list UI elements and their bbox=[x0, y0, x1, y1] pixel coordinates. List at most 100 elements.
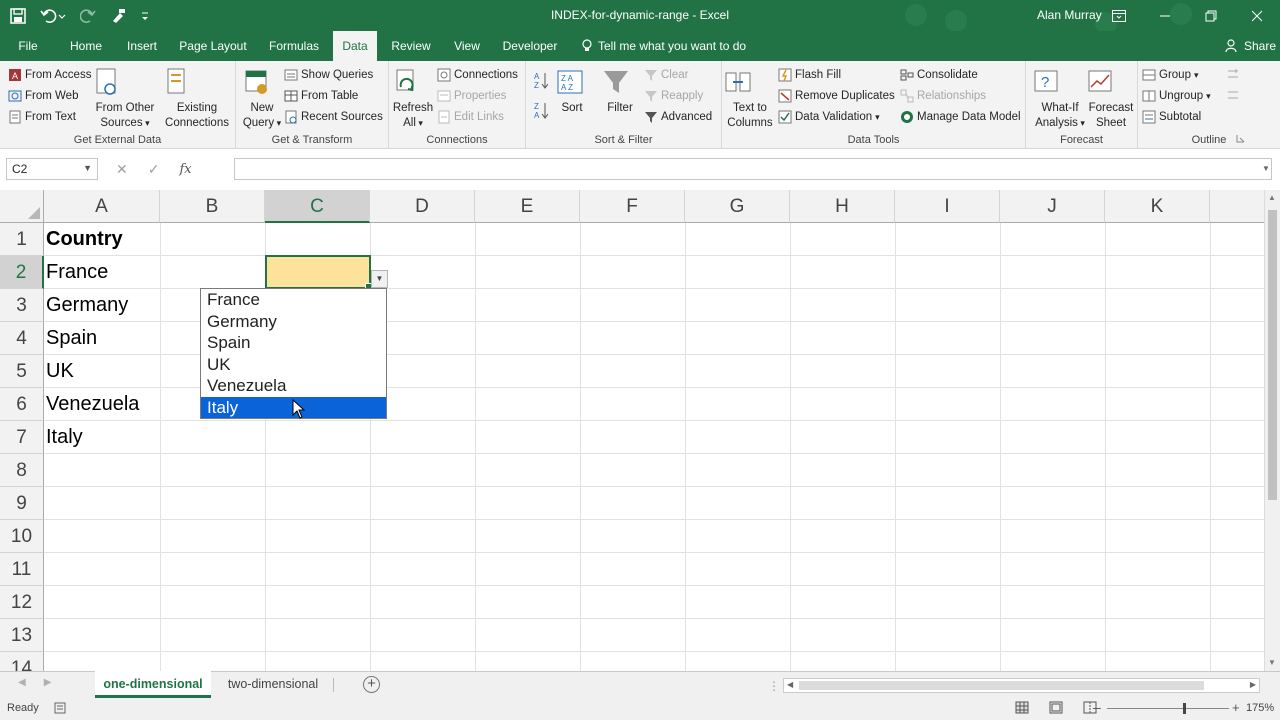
row-header-8[interactable]: 8 bbox=[0, 454, 44, 487]
column-header-partial[interactable] bbox=[1210, 190, 1264, 223]
properties-button[interactable]: Properties bbox=[437, 89, 506, 103]
user-name[interactable]: Alan Murray bbox=[1037, 8, 1102, 22]
row-header-7[interactable]: 7 bbox=[0, 421, 44, 454]
hide-detail-icon[interactable] bbox=[1226, 89, 1240, 101]
normal-view-icon[interactable] bbox=[1015, 701, 1029, 714]
name-box-dropdown-icon[interactable]: ▼ bbox=[83, 163, 92, 173]
cell-a6[interactable]: Venezuela bbox=[46, 388, 139, 421]
row-header-11[interactable]: 11 bbox=[0, 553, 44, 586]
sheet-prev-icon[interactable]: ◀ bbox=[18, 677, 26, 688]
list-item[interactable]: Germany bbox=[201, 311, 386, 333]
reapply-button[interactable]: Reapply bbox=[644, 89, 703, 103]
save-icon[interactable] bbox=[10, 7, 26, 24]
new-query-button[interactable]: New Query bbox=[242, 67, 282, 131]
vertical-scroll-thumb[interactable] bbox=[1268, 210, 1277, 500]
enter-icon[interactable]: ✓ bbox=[148, 161, 160, 178]
cell-dropdown-arrow-icon[interactable]: ▼ bbox=[371, 270, 388, 288]
scroll-up-icon[interactable]: ▲ bbox=[1268, 193, 1276, 202]
zoom-level[interactable]: 175% bbox=[1246, 702, 1274, 714]
row-header-4[interactable]: 4 bbox=[0, 322, 44, 355]
row-header-12[interactable]: 12 bbox=[0, 586, 44, 619]
ungroup-button[interactable]: Ungroup bbox=[1142, 89, 1211, 103]
sheet-tab-two-dimensional[interactable]: two-dimensional bbox=[216, 671, 330, 698]
tell-me-search[interactable]: Tell me what you want to do bbox=[582, 31, 746, 61]
group-button[interactable]: Group bbox=[1142, 68, 1199, 82]
cell-a3[interactable]: Germany bbox=[46, 289, 128, 322]
row-header-10[interactable]: 10 bbox=[0, 520, 44, 553]
sheet-next-icon[interactable]: ▶ bbox=[44, 677, 52, 688]
scroll-right-icon[interactable]: ▶ bbox=[1250, 680, 1256, 689]
cancel-icon[interactable]: ✕ bbox=[116, 161, 128, 178]
zoom-thumb[interactable] bbox=[1183, 703, 1186, 714]
row-header-14[interactable]: 14 bbox=[0, 652, 44, 671]
consolidate-button[interactable]: Consolidate bbox=[900, 68, 978, 82]
from-other-sources-button[interactable]: From Other Sources bbox=[92, 67, 158, 131]
connections-button[interactable]: Connections bbox=[437, 68, 518, 82]
column-header-k[interactable]: K bbox=[1105, 190, 1210, 223]
page-layout-view-icon[interactable] bbox=[1049, 701, 1063, 714]
subtotal-button[interactable]: Subtotal bbox=[1142, 110, 1201, 124]
column-header-d[interactable]: D bbox=[370, 190, 475, 223]
worksheet-grid[interactable]: A B C D E F G H I J K 1 2 3 4 5 6 7 8 9 … bbox=[0, 190, 1264, 671]
zoom-out-icon[interactable]: – bbox=[1093, 699, 1101, 715]
name-box[interactable]: C2 ▼ bbox=[6, 158, 98, 180]
clear-filter-button[interactable]: Clear bbox=[644, 68, 688, 82]
horizontal-scrollbar[interactable]: ◀ ▶ bbox=[783, 678, 1260, 693]
refresh-all-button[interactable]: Refresh All bbox=[391, 67, 435, 131]
undo-icon[interactable] bbox=[40, 8, 66, 24]
row-header-13[interactable]: 13 bbox=[0, 619, 44, 652]
from-text-button[interactable]: From Text bbox=[8, 110, 76, 124]
tab-data[interactable]: Data bbox=[333, 31, 377, 61]
tab-developer[interactable]: Developer bbox=[498, 31, 562, 61]
row-header-5[interactable]: 5 bbox=[0, 355, 44, 388]
cell-a1[interactable]: Country bbox=[46, 223, 123, 256]
formula-input[interactable] bbox=[234, 158, 1272, 180]
row-header-3[interactable]: 3 bbox=[0, 289, 44, 322]
flash-fill-button[interactable]: Flash Fill bbox=[778, 68, 841, 82]
outline-dialog-launcher-icon[interactable] bbox=[1236, 134, 1245, 143]
column-header-j[interactable]: J bbox=[1000, 190, 1105, 223]
customize-qat-icon[interactable] bbox=[140, 9, 150, 23]
horizontal-scroll-thumb[interactable] bbox=[799, 681, 1204, 690]
forecast-sheet-button[interactable]: Forecast Sheet bbox=[1086, 67, 1136, 131]
tab-review[interactable]: Review bbox=[386, 31, 436, 61]
add-sheet-button[interactable]: + bbox=[363, 676, 380, 693]
tab-view[interactable]: View bbox=[448, 31, 486, 61]
format-painter-icon[interactable] bbox=[110, 8, 126, 24]
expand-formula-bar-icon[interactable]: ▼ bbox=[1262, 164, 1270, 173]
from-web-button[interactable]: From Web bbox=[8, 89, 78, 103]
edit-links-button[interactable]: Edit Links bbox=[437, 110, 504, 124]
redo-icon[interactable] bbox=[80, 8, 96, 24]
cell-a4[interactable]: Spain bbox=[46, 322, 97, 355]
data-validation-button[interactable]: Data Validation bbox=[778, 110, 880, 124]
list-item[interactable]: Venezuela bbox=[201, 375, 386, 397]
what-if-analysis-button[interactable]: ? What-If Analysis bbox=[1032, 67, 1088, 131]
selected-cell-c2[interactable] bbox=[265, 255, 373, 291]
restore-icon[interactable] bbox=[1188, 0, 1234, 31]
minimize-icon[interactable] bbox=[1142, 0, 1188, 31]
column-header-e[interactable]: E bbox=[475, 190, 580, 223]
list-item[interactable]: UK bbox=[201, 354, 386, 376]
recent-sources-button[interactable]: Recent Sources bbox=[284, 110, 383, 124]
vertical-scrollbar[interactable]: ▲ ▼ bbox=[1264, 190, 1280, 671]
share-button[interactable]: Share bbox=[1225, 31, 1276, 61]
tab-formulas[interactable]: Formulas bbox=[262, 31, 326, 61]
advanced-filter-button[interactable]: Advanced bbox=[644, 110, 712, 124]
column-header-f[interactable]: F bbox=[580, 190, 685, 223]
scroll-down-icon[interactable]: ▼ bbox=[1268, 658, 1276, 667]
row-header-1[interactable]: 1 bbox=[0, 223, 44, 256]
show-detail-icon[interactable] bbox=[1226, 68, 1240, 80]
filter-button[interactable]: Filter bbox=[602, 67, 638, 116]
list-item[interactable]: France bbox=[201, 289, 386, 311]
cell-a5[interactable]: UK bbox=[46, 355, 74, 388]
cell-a7[interactable]: Italy bbox=[46, 421, 83, 454]
macro-record-icon[interactable] bbox=[54, 702, 66, 714]
row-header-6[interactable]: 6 bbox=[0, 388, 44, 421]
row-header-9[interactable]: 9 bbox=[0, 487, 44, 520]
tab-home[interactable]: Home bbox=[62, 31, 110, 61]
column-header-g[interactable]: G bbox=[685, 190, 790, 223]
tab-file[interactable]: File bbox=[10, 31, 46, 61]
sort-button[interactable]: Z AA Z Sort bbox=[556, 67, 588, 116]
ribbon-display-options-icon[interactable] bbox=[1096, 0, 1142, 31]
column-header-a[interactable]: A bbox=[44, 190, 160, 223]
